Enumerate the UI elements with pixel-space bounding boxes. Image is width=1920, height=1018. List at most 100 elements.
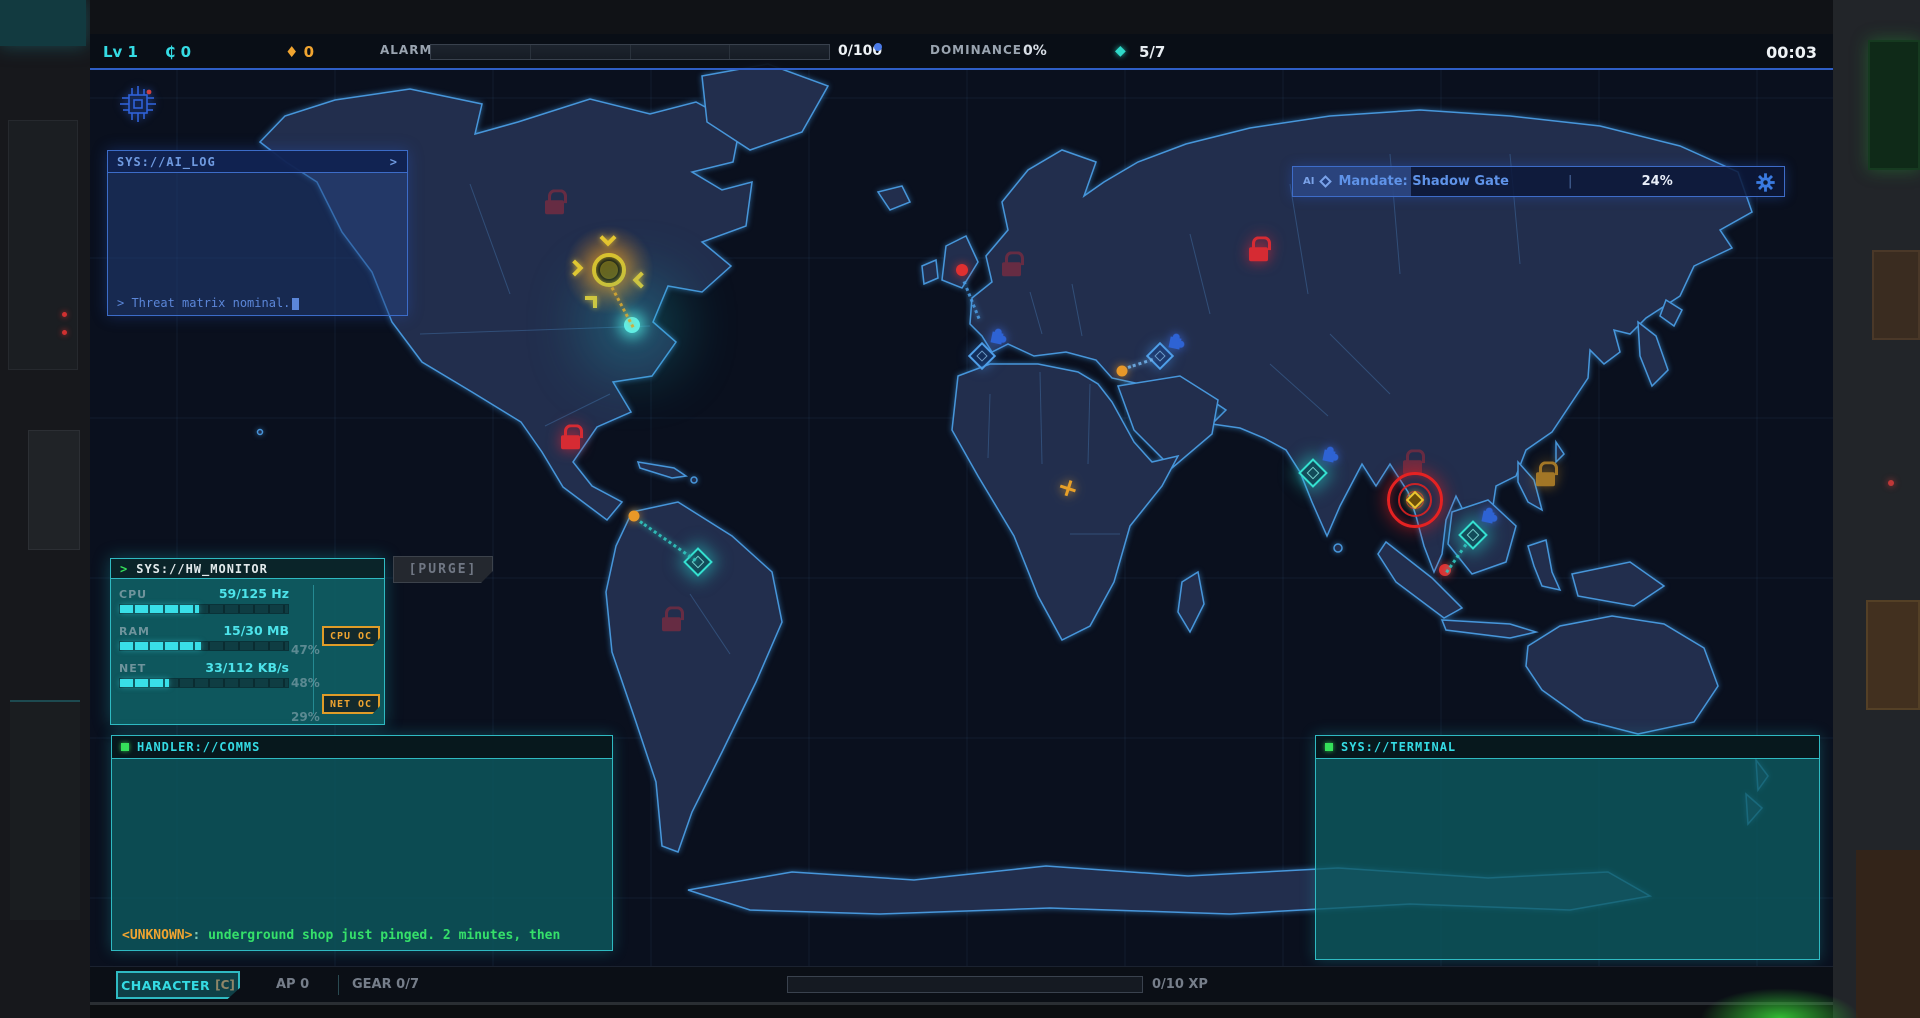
map-marker-target-red[interactable] — [1387, 472, 1443, 528]
ai-log-panel: SYS://AI_LOG > > Threat matrix nominal. — [107, 150, 408, 316]
status-square-icon — [121, 743, 129, 751]
map-marker-puzzle[interactable] — [1168, 336, 1181, 349]
cpu-label: CPU — [119, 588, 147, 601]
room-light-red — [62, 330, 67, 335]
expand-chevron-icon[interactable]: > — [390, 155, 398, 169]
room-decoration — [90, 0, 1833, 34]
map-marker-dot-red — [956, 264, 968, 276]
map-trail — [963, 281, 981, 319]
purge-button[interactable]: [PURGE] — [393, 556, 493, 583]
ram-percent: 48% — [291, 676, 331, 690]
room-decoration — [90, 1002, 1833, 1018]
map-marker-dot-orange — [629, 511, 640, 522]
credits-indicator: ₵ 0 — [165, 43, 191, 61]
net-label: NET — [119, 662, 146, 675]
bottom-hud-bar: CHARACTER [C] AP 0 GEAR 0/7 0/10 XP — [90, 966, 1833, 1002]
terminal-cursor — [292, 298, 299, 310]
room-decoration — [0, 0, 86, 46]
handler-comms-panel: HANDLER://COMMS <UNKNOWN>: underground s… — [111, 735, 613, 951]
divider — [338, 975, 339, 995]
map-marker-star-orange[interactable] — [1057, 477, 1080, 500]
hw-monitor-panel: > SYS://HW_MONITOR CPU 59/125 Hz RAM 15/… — [110, 558, 385, 725]
alarm-bar-segment — [531, 45, 631, 59]
ram-value: 15/30 MB — [223, 623, 289, 638]
map-marker-puzzle[interactable] — [1481, 510, 1494, 523]
ai-log-title: SYS://AI_LOG — [117, 155, 216, 169]
alarm-bar-segment — [730, 45, 829, 59]
divider — [313, 585, 314, 714]
map-marker-lock-gold[interactable] — [1535, 461, 1557, 486]
cpu-overclock-button[interactable]: CPU OC — [322, 626, 380, 646]
map-marker-lock-red[interactable] — [544, 189, 566, 214]
map-marker-lock-red[interactable] — [661, 606, 683, 631]
net-value: 33/112 KB/s — [205, 660, 289, 675]
map-trail — [1128, 358, 1154, 369]
status-square-icon — [1325, 743, 1333, 751]
alarm-bar — [430, 44, 830, 60]
room-light-red — [1888, 480, 1894, 486]
mandate-diamond-icon — [1320, 175, 1333, 188]
message-separator: : — [192, 928, 208, 943]
room-decoration — [10, 700, 80, 920]
room-background: Lv 1 ₵ 0 ♦ 0 ALARM 0/100 DOMINANCE 0% ◆ … — [0, 0, 1920, 1018]
map-marker-dot-orange — [1117, 366, 1128, 377]
character-button-label: CHARACTER — [121, 978, 210, 993]
gear-icon[interactable] — [1755, 172, 1776, 193]
ai-log-line: > Threat matrix nominal. — [117, 296, 299, 310]
message-body: underground shop just pinged. 2 minutes,… — [208, 928, 560, 943]
cpu-bar — [119, 604, 289, 614]
node-ring — [592, 253, 626, 287]
dominance-value: 0% — [1023, 43, 1047, 59]
map-marker-puzzle[interactable] — [1322, 449, 1335, 462]
comms-title: HANDLER://COMMS — [137, 740, 260, 754]
room-decoration — [8, 120, 78, 370]
room-decoration — [28, 430, 80, 550]
alarm-bar-segment — [631, 45, 731, 59]
room-decoration — [1856, 850, 1920, 1018]
mission-timer: 00:03 — [1766, 43, 1817, 62]
map-trail — [1445, 544, 1467, 574]
ram-label: RAM — [119, 625, 150, 638]
terminal-header: SYS://TERMINAL — [1316, 736, 1819, 759]
character-hotkey: [C] — [215, 978, 235, 992]
gear-tab[interactable]: GEAR 0/7 — [352, 977, 419, 992]
comms-header: HANDLER://COMMS — [112, 736, 612, 759]
map-marker-lock-red[interactable] — [1248, 236, 1270, 261]
top-hud-bar: Lv 1 ₵ 0 ♦ 0 ALARM 0/100 DOMINANCE 0% ◆ … — [90, 34, 1833, 70]
ram-bar — [119, 641, 289, 651]
map-marker-puzzle[interactable] — [990, 331, 1003, 344]
map-marker-lock-red[interactable] — [1402, 449, 1424, 474]
map-marker-lock-red[interactable] — [560, 424, 582, 449]
game-screen: Lv 1 ₵ 0 ♦ 0 ALARM 0/100 DOMINANCE 0% ◆ … — [90, 34, 1833, 1002]
hw-row-cpu: CPU 59/125 Hz — [119, 586, 289, 614]
level-indicator: Lv 1 — [103, 43, 138, 61]
comms-message: <UNKNOWN>: underground shop just pinged.… — [122, 928, 560, 943]
map-marker-diamond-blue[interactable] — [968, 342, 996, 370]
mandate-divider: | — [1568, 174, 1572, 189]
cpu-value: 59/125 Hz — [219, 586, 289, 601]
net-bar — [119, 678, 289, 688]
net-overclock-button[interactable]: NET OC — [322, 694, 380, 714]
action-points: AP 0 — [276, 977, 309, 992]
prompt-icon: > — [120, 562, 128, 576]
mandate-percent: 24% — [1642, 174, 1673, 189]
map-marker-diamond-teal[interactable] — [683, 547, 713, 577]
mandate-title: Mandate: Shadow Gate — [1338, 174, 1508, 189]
gems-indicator: ♦ 0 — [285, 43, 314, 61]
alarm-bar-segment — [431, 45, 531, 59]
hw-monitor-header: > SYS://HW_MONITOR — [111, 559, 384, 579]
room-glow-green — [1700, 988, 1860, 1018]
xp-bar — [787, 976, 1143, 993]
character-button[interactable]: CHARACTER [C] — [116, 971, 240, 999]
ai-log-header[interactable]: SYS://AI_LOG > — [108, 151, 407, 173]
map-marker-diamond-teal[interactable] — [1298, 458, 1328, 488]
alarm-label: ALARM — [380, 43, 432, 57]
chevron-icon — [585, 296, 597, 308]
message-sender: <UNKNOWN> — [122, 928, 192, 943]
map-marker-lock-red[interactable] — [1001, 251, 1023, 276]
hw-row-net: NET 33/112 KB/s — [119, 660, 289, 688]
ai-mandate-bar[interactable]: AI Mandate: Shadow Gate | 24% — [1292, 166, 1785, 197]
ai-chip-icon[interactable] — [118, 84, 158, 124]
hw-row-ram: RAM 15/30 MB — [119, 623, 289, 651]
terminal-title: SYS://TERMINAL — [1341, 740, 1456, 754]
